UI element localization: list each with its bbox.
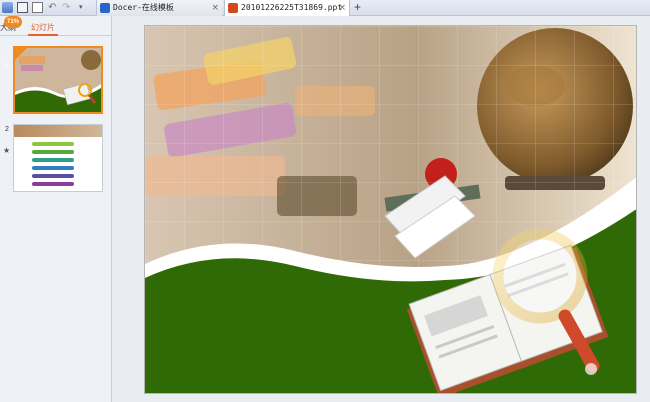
slide-number: 1 bbox=[4, 62, 8, 69]
dropdown-icon[interactable]: ▾ bbox=[79, 2, 90, 13]
zoom-badge: 71% bbox=[4, 16, 22, 28]
selected-marker bbox=[15, 48, 27, 60]
list-item bbox=[32, 182, 74, 186]
tab-docer-label: Docer-在线模板 bbox=[113, 3, 174, 12]
preview-icon[interactable] bbox=[32, 2, 43, 13]
redo-icon[interactable]: ↷ bbox=[62, 2, 73, 13]
slide-1[interactable] bbox=[144, 25, 637, 394]
slide-background-art bbox=[145, 26, 636, 393]
list-item bbox=[32, 166, 74, 170]
slide-1-thumbnail-art bbox=[15, 48, 101, 112]
title-tab-bar: ↶ ↷ ▾ Docer-在线模板 × 20101226225T31869.ppt… bbox=[0, 0, 650, 16]
slide-thumbnail-1[interactable] bbox=[13, 46, 103, 114]
close-icon[interactable]: × bbox=[211, 0, 219, 16]
tab-slides[interactable]: 幻灯片 bbox=[28, 22, 58, 36]
tab-ppt-file[interactable]: 20101226225T31869.ppt × bbox=[224, 0, 350, 16]
pane-tabs: 大纲 幻灯片 71% bbox=[0, 16, 112, 36]
list-item bbox=[32, 150, 74, 154]
slide-thumbnail-2[interactable] bbox=[13, 124, 103, 192]
list-item bbox=[32, 142, 74, 146]
docer-logo-icon bbox=[100, 3, 110, 13]
slide-number: 2 bbox=[5, 126, 9, 133]
save-icon[interactable] bbox=[2, 2, 13, 13]
star-icon: ★ bbox=[3, 146, 11, 155]
slides-pane: 大纲 幻灯片 71% 1 2 bbox=[0, 16, 112, 402]
list-item bbox=[32, 174, 74, 178]
undo-icon[interactable]: ↶ bbox=[48, 2, 59, 13]
thumb2-header bbox=[14, 125, 102, 137]
wps-presentation-window: ↶ ↷ ▾ Docer-在线模板 × 20101226225T31869.ppt… bbox=[0, 0, 650, 402]
new-tab-button[interactable]: + bbox=[354, 0, 361, 15]
list-item bbox=[32, 158, 74, 162]
print-icon[interactable] bbox=[17, 2, 28, 13]
ppt-file-icon bbox=[228, 3, 238, 13]
tab-docer[interactable]: Docer-在线模板 × bbox=[96, 0, 222, 16]
tab-ppt-label: 20101226225T31869.ppt bbox=[241, 3, 343, 12]
close-icon[interactable]: × bbox=[338, 0, 346, 16]
